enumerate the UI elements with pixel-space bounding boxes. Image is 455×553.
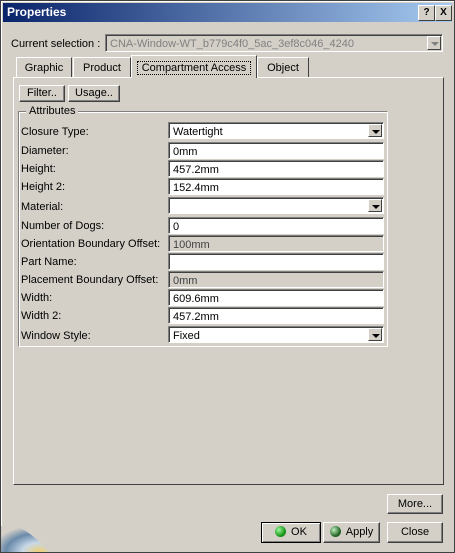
chevron-down-icon[interactable] [368,199,382,212]
tab-product-label: Product [83,62,121,74]
tab-object[interactable]: Object [257,57,309,77]
width-2-field[interactable]: 457.2mm [168,307,384,324]
height-2-field[interactable]: 152.4mm [168,178,384,195]
apply-label: Apply [345,526,374,538]
material-label: Material: [21,201,64,213]
number-of-dogs-label: Number of Dogs: [21,220,105,232]
close-window-button[interactable]: X [435,5,452,21]
close-button[interactable]: Close [387,522,443,543]
width-2-label: Width 2: [21,310,62,322]
width-field[interactable]: 609.6mm [168,289,384,306]
apply-icon [329,526,341,537]
width-label: Width: [21,292,53,304]
current-selection-label: Current selection : [11,38,101,50]
window-title: Properties [7,5,67,19]
height-value: 457.2mm [173,164,219,176]
placement-boundary-offset-value: 0mm [173,275,198,287]
part-name-label: Part Name: [21,256,77,268]
number-of-dogs-value: 0 [173,221,180,233]
more-button[interactable]: More... [387,494,443,514]
diameter-value: 0mm [173,146,198,158]
help-button[interactable]: ? [418,5,435,21]
tab-graphic-label: Graphic [24,62,64,74]
height-label: Height: [21,163,56,175]
current-selection-value: CNA-Window-WT_b779c4f0_5ac_3ef8c046_4240 [110,38,354,50]
placement-boundary-offset-field: 0mm [168,271,384,288]
tab-compartment-access-label: Compartment Access [136,61,252,75]
tab-product[interactable]: Product [73,57,131,77]
title-bar: Properties ? X [3,3,452,22]
tab-graphic[interactable]: Graphic [16,57,72,77]
properties-dialog: Properties ? X Current selection : CNA-W… [0,0,455,553]
ok-label: OK [291,526,307,538]
part-name-field[interactable] [168,253,384,270]
ok-button[interactable]: OK [261,522,321,543]
chevron-down-icon[interactable] [427,36,441,50]
material-dropdown[interactable] [168,197,384,214]
orientation-boundary-offset-value: 100mm [173,239,210,251]
usage-button[interactable]: Usage.. [68,85,120,102]
number-of-dogs-field[interactable]: 0 [168,217,384,234]
closure-type-dropdown[interactable]: Watertight [168,122,384,139]
filter-button[interactable]: Filter.. [19,85,65,102]
window-style-dropdown[interactable]: Fixed [168,326,384,343]
attributes-title: Attributes [26,105,79,117]
height-2-value: 152.4mm [173,182,219,194]
closure-type-value: Watertight [173,126,223,138]
orientation-boundary-offset-field: 100mm [168,235,384,252]
catia-logo-icon [1,525,49,552]
orientation-boundary-offset-label: Orientation Boundary Offset: [21,238,161,250]
chevron-down-icon[interactable] [368,328,382,341]
window-style-value: Fixed [173,330,200,342]
chevron-down-icon[interactable] [368,124,382,137]
current-selection-dropdown[interactable]: CNA-Window-WT_b779c4f0_5ac_3ef8c046_4240 [105,34,443,52]
height-2-label: Height 2: [21,181,66,193]
height-field[interactable]: 457.2mm [168,160,384,177]
diameter-label: Diameter: [21,145,69,157]
ok-icon [275,526,287,537]
width-2-value: 457.2mm [173,311,219,323]
tab-object-label: Object [267,62,299,74]
tab-compartment-access[interactable]: Compartment Access [131,55,257,78]
apply-button[interactable]: Apply [323,522,380,543]
diameter-field[interactable]: 0mm [168,142,384,159]
window-style-label: Window Style: [21,330,91,342]
closure-type-label: Closure Type: [21,126,89,138]
placement-boundary-offset-label: Placement Boundary Offset: [21,274,159,286]
width-value: 609.6mm [173,293,219,305]
